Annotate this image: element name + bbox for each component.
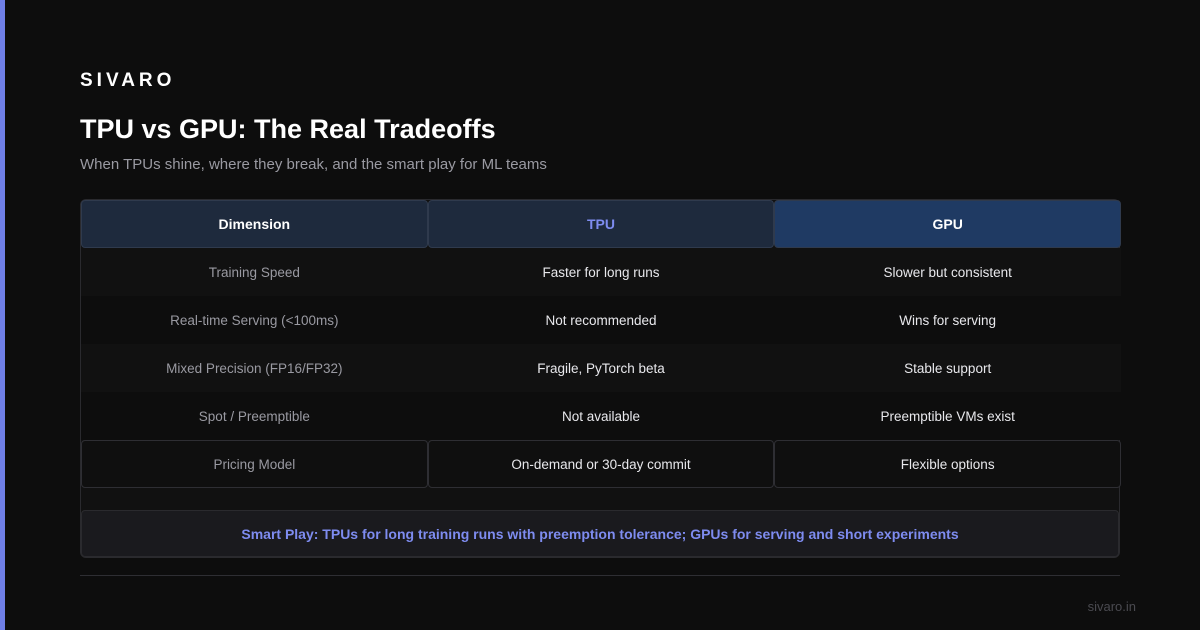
table-row: Spot / Preemptible Not available Preempt… (81, 392, 1121, 440)
row-tpu-value: On-demand or 30-day commit (427, 440, 775, 488)
accent-bar (0, 0, 5, 630)
row-tpu-value: Not recommended (545, 312, 657, 328)
row-dimension: Real-time Serving (<100ms) (170, 312, 339, 328)
row-tpu-value: Faster for long runs (542, 264, 660, 280)
row-gpu-value: Slower but consistent (883, 264, 1012, 280)
page-title: TPU vs GPU: The Real Tradeoffs (80, 114, 496, 144)
row-gpu-value: Wins for serving (899, 312, 997, 328)
row-dimension: Spot / Preemptible (198, 408, 310, 424)
row-gpu-value: Preemptible VMs exist (880, 408, 1015, 424)
row-gpu-value: Stable support (904, 360, 992, 376)
footer-divider (80, 575, 1120, 576)
page-subtitle: When TPUs shine, where they break, and t… (80, 156, 547, 173)
comparison-table: Dimension TPU GPU Training Speed Faster … (80, 199, 1122, 558)
header-tpu: TPU (427, 200, 775, 248)
row-dimension: Mixed Precision (FP16/FP32) (166, 360, 343, 376)
table-row: Training Speed Faster for long runs Slow… (81, 248, 1121, 296)
row-dimension: Pricing Model (81, 440, 428, 488)
smart-play-banner: Smart Play: TPUs for long training runs … (81, 510, 1119, 557)
row-tpu-value: Fragile, PyTorch beta (537, 360, 665, 376)
table-row: Mixed Precision (FP16/FP32) Fragile, PyT… (81, 344, 1121, 392)
table-row: Pricing Model On-demand or 30-day commit… (81, 440, 1122, 488)
header-dimension: Dimension (81, 200, 428, 248)
row-tpu-value: Not available (561, 408, 641, 424)
table-row: Real-time Serving (<100ms) Not recommend… (81, 296, 1121, 344)
footer-url: sivaro.in (1087, 599, 1136, 614)
table-header-row: Dimension TPU GPU (81, 200, 1122, 248)
brand-logo: SIVARO (80, 70, 176, 91)
header-gpu: GPU (774, 200, 1122, 248)
row-dimension: Training Speed (208, 264, 300, 280)
row-gpu-value: Flexible options (774, 440, 1122, 488)
